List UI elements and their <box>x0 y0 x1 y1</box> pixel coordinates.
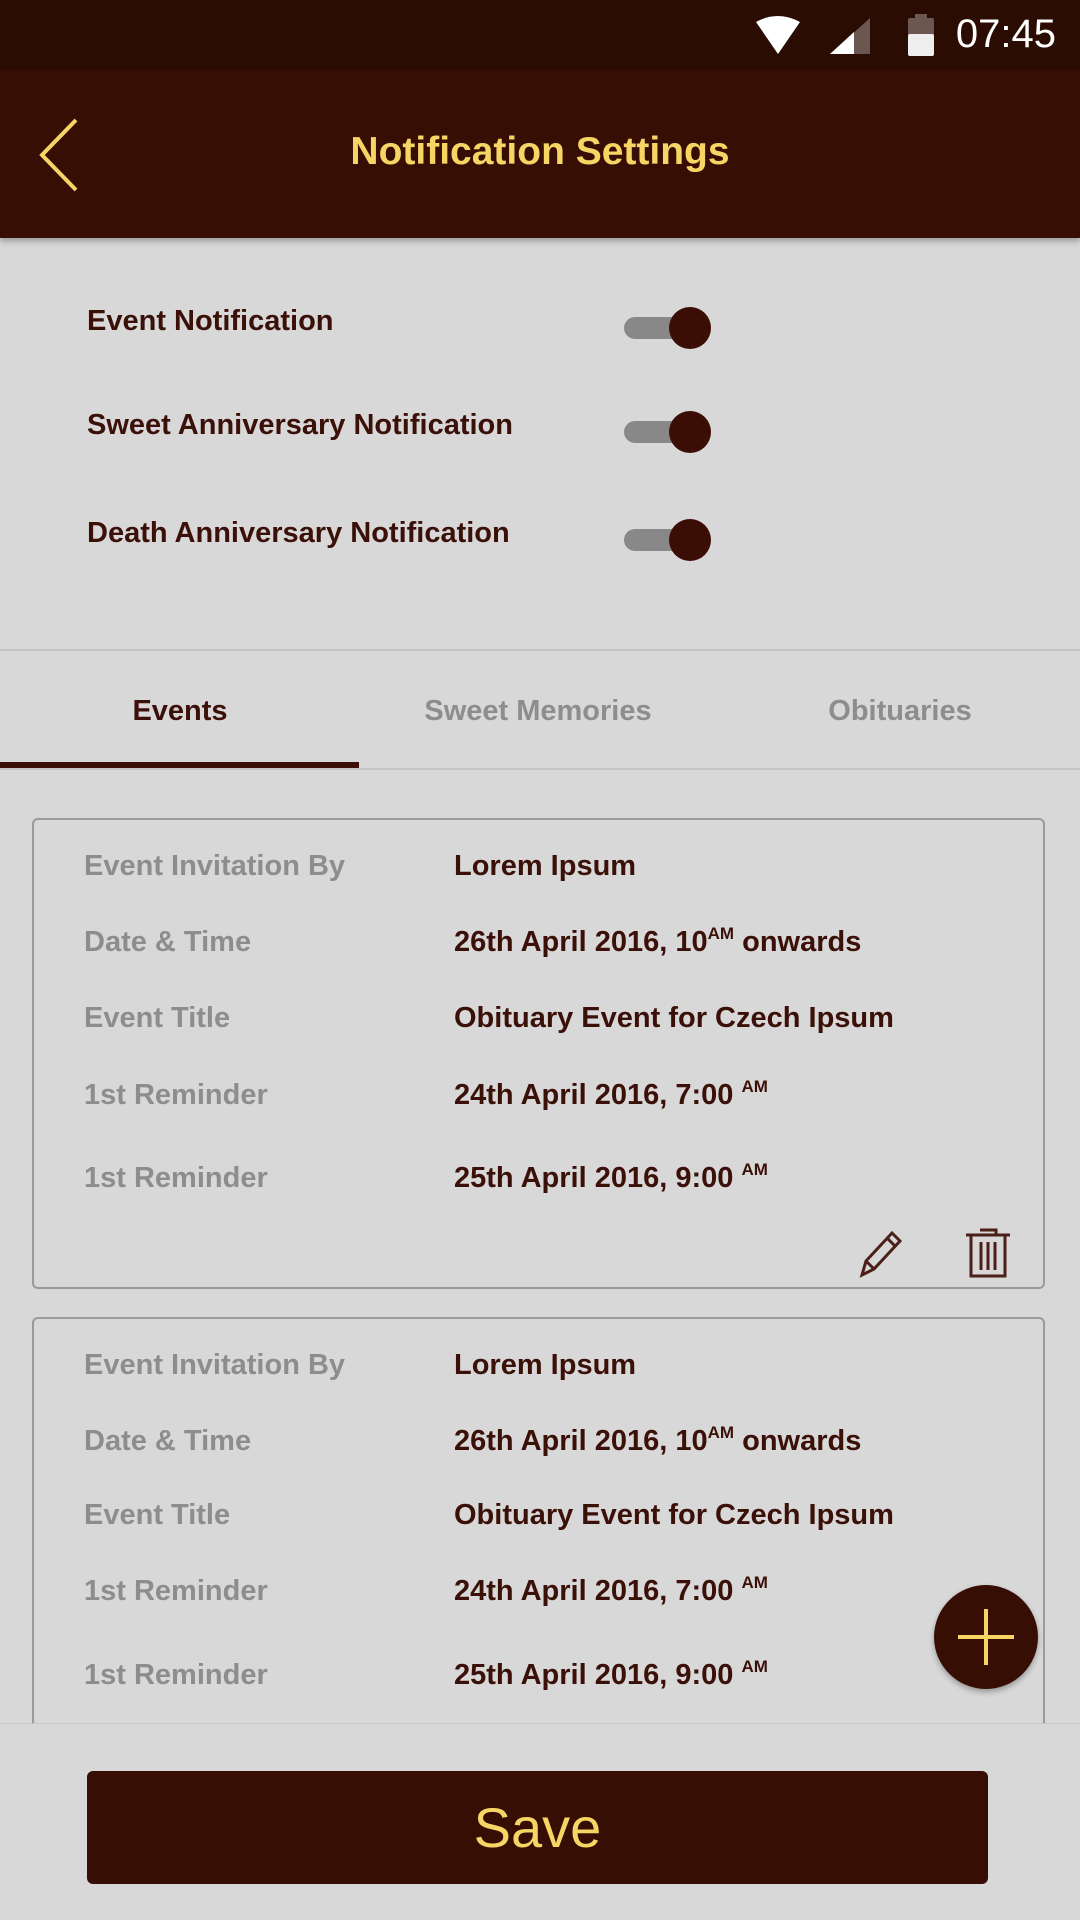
detail-row: 1st Reminder 25th April 2016, 9:00 AM <box>84 1160 1024 1202</box>
detail-row: Event Title Obituary Event for Czech Ipsu… <box>84 1002 1024 1042</box>
value-text: 24th April 2016, 7:00 <box>454 1079 742 1111</box>
delete-button[interactable] <box>962 1224 1014 1280</box>
detail-row: Date & Time 26th April 2016, 10AM onwards <box>84 1423 1024 1465</box>
detail-label: Date & Time <box>84 926 252 958</box>
divider <box>0 768 1080 770</box>
detail-label: Event Title <box>84 1002 231 1034</box>
event-notification-toggle[interactable] <box>624 307 712 349</box>
detail-value: 25th April 2016, 9:00 AM <box>454 1160 768 1195</box>
trash-icon <box>966 1228 1010 1278</box>
sweet-anniversary-toggle[interactable] <box>624 411 712 453</box>
add-event-button[interactable] <box>934 1585 1038 1689</box>
app-bar: Notification Settings <box>0 70 1080 238</box>
wifi-icon <box>756 16 800 54</box>
edit-button[interactable] <box>854 1225 906 1281</box>
value-suffix: onwards <box>734 926 862 958</box>
detail-value: 25th April 2016, 9:00 AM <box>454 1657 768 1692</box>
am-pm: AM <box>707 924 735 943</box>
detail-row: Event Invitation By Lorem Ipsum <box>84 850 1024 890</box>
detail-value: Lorem Ipsum <box>454 1349 636 1382</box>
plus-icon <box>958 1609 1014 1665</box>
detail-row: 1st Reminder 24th April 2016, 7:00 AM <box>84 1573 1024 1615</box>
detail-row: 1st Reminder 25th April 2016, 9:00 AM <box>84 1657 1024 1699</box>
detail-label: Date & Time <box>84 1425 252 1457</box>
am-pm: AM <box>741 1657 768 1676</box>
detail-label: Event Invitation By <box>84 1349 346 1381</box>
am-pm: AM <box>707 1423 735 1442</box>
detail-value: 26th April 2016, 10AM onwards <box>454 924 862 959</box>
tab-sweet-memories[interactable]: Sweet Memories <box>358 695 718 728</box>
detail-row: Date & Time 26th April 2016, 10AM onwards <box>84 924 1024 966</box>
am-pm: AM <box>741 1077 768 1096</box>
page-title: Notification Settings <box>350 130 730 173</box>
death-anniversary-toggle[interactable] <box>624 519 712 561</box>
detail-row: 1st Reminder 24th April 2016, 7:00 AM <box>84 1077 1024 1119</box>
detail-row: Event Title Obituary Event for Czech Ipsu… <box>84 1499 1024 1539</box>
signal-icon <box>830 18 870 54</box>
detail-value: 26th April 2016, 10AM onwards <box>454 1423 862 1458</box>
save-button[interactable]: Save <box>87 1771 988 1884</box>
pencil-icon <box>859 1230 903 1278</box>
battery-icon <box>908 14 934 56</box>
event-card: Event Invitation By Lorem Ipsum Date & Tim… <box>32 818 1045 1289</box>
divider <box>0 649 1080 651</box>
toggle-label: Event Notification <box>87 305 334 337</box>
am-pm: AM <box>741 1160 768 1179</box>
detail-value: Lorem Ipsum <box>454 850 636 883</box>
toggle-label: Death Anniversary Notification <box>87 517 510 549</box>
toggle-label: Sweet Anniversary Notification <box>87 409 513 441</box>
detail-value: 24th April 2016, 7:00 AM <box>454 1077 768 1112</box>
value-text: 24th April 2016, 7:00 <box>454 1575 742 1607</box>
sweet-anniversary-row: Sweet Anniversary Notification <box>87 399 727 459</box>
value-suffix: onwards <box>734 1425 862 1457</box>
tab-obituaries[interactable]: Obituaries <box>720 695 1080 728</box>
bottom-bar: Save <box>0 1723 1080 1920</box>
value-text: 26th April 2016, 10 <box>454 1425 708 1457</box>
detail-label: 1st Reminder <box>84 1659 268 1691</box>
tab-events[interactable]: Events <box>0 695 360 728</box>
am-pm: AM <box>741 1573 768 1592</box>
event-notification-row: Event Notification <box>87 295 727 355</box>
detail-value: 24th April 2016, 7:00 AM <box>454 1573 768 1608</box>
value-text: Lorem Ipsum <box>454 1349 637 1381</box>
detail-value: Obituary Event for Czech Ipsum <box>454 1002 894 1035</box>
clock: 07:45 <box>955 12 1056 56</box>
value-text: Lorem Ipsum <box>454 850 637 882</box>
value-text: 26th April 2016, 10 <box>454 926 708 958</box>
status-bar: 07:45 <box>0 0 1080 70</box>
detail-label: 1st Reminder <box>84 1162 268 1194</box>
detail-label: Event Invitation By <box>84 850 346 882</box>
detail-label: 1st Reminder <box>84 1079 268 1111</box>
event-card: Event Invitation By Lorem Ipsum Date & Tim… <box>32 1317 1045 1777</box>
value-text: 25th April 2016, 9:00 <box>454 1162 742 1194</box>
value-text: Obituary Event for Czech Ipsum <box>454 1002 894 1034</box>
value-text: Obituary Event for Czech Ipsum <box>454 1499 894 1531</box>
detail-value: Obituary Event for Czech Ipsum <box>454 1499 894 1532</box>
detail-label: 1st Reminder <box>84 1575 268 1607</box>
detail-label: Event Title <box>84 1499 231 1531</box>
death-anniversary-row: Death Anniversary Notification <box>87 507 727 567</box>
value-text: 25th April 2016, 9:00 <box>454 1659 742 1691</box>
detail-row: Event Invitation By Lorem Ipsum <box>84 1349 1024 1389</box>
